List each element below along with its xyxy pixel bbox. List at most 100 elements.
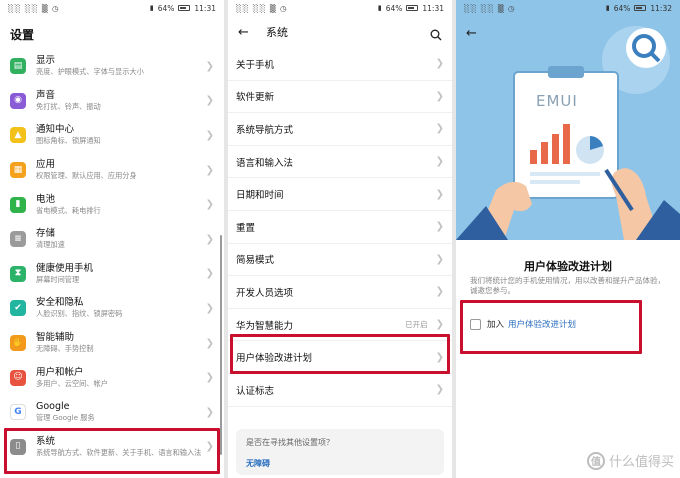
page-title: 系统 [266, 26, 288, 39]
chevron-right-icon: ❯ [435, 319, 444, 331]
system-menu-label: 软件更新 [236, 92, 275, 104]
help-card: 是否在寻找其他设置项？ 无障碍 [236, 428, 444, 475]
chevron-right-icon: ❯ [205, 95, 214, 107]
chevron-right-icon: ❯ [205, 337, 214, 349]
settings-item[interactable]: ≡ 存储 清理加速 ❯ [0, 222, 224, 257]
ux-plan-title: 用户体验改进计划 [524, 260, 612, 273]
app-bar: ← 系统 [228, 16, 452, 48]
accessibility-link[interactable]: 无障碍 [246, 458, 434, 469]
search-icon[interactable] [430, 26, 442, 41]
chevron-right-icon: ❯ [435, 58, 444, 70]
system-screen: ░░ ░░ ▒ ◷ ▮ 64% 11:31 ← 系统 关于手机 ❯ 软件更新 ❯ 系统导… [228, 0, 452, 478]
settings-item-icon: ☺ [10, 369, 26, 386]
chevron-right-icon: ❯ [435, 123, 444, 135]
settings-item-title: 通知中心 [36, 124, 75, 136]
system-menu-item[interactable]: 开发人员选项 ❯ [228, 276, 452, 309]
settings-list: ▤ 显示 亮度、护眼模式、字体与显示大小 ❯ ◉ 声音 免打扰、铃声、振动 ❯ ▲ 通知中心 图标角… [0, 49, 224, 464]
system-menu-item[interactable]: 关于手机 ❯ [228, 48, 452, 81]
signal-icons: ░░ ░░ ▒ ◷ [8, 3, 60, 13]
system-menu-item[interactable]: 简易模式 ❯ [228, 244, 452, 277]
chevron-right-icon: ❯ [435, 221, 444, 233]
settings-item[interactable]: ✋ 智能辅助 无障碍、手势控制 ❯ [0, 326, 224, 361]
settings-item-subtitle: 管理 Google 服务 [36, 413, 95, 423]
vibrate-icon: ▮ [149, 4, 154, 12]
scrollbar[interactable] [220, 235, 222, 455]
settings-item-subtitle: 多用户、云空间、帐户 [36, 378, 108, 388]
settings-item[interactable]: ☺ 用户和帐户 多用户、云空间、帐户 ❯ [0, 360, 224, 395]
settings-item-title: 电池 [36, 193, 56, 205]
page-title: 设置 [10, 28, 35, 42]
settings-item-icon: ✔ [10, 300, 26, 317]
system-menu-item[interactable]: 重置 ❯ [228, 211, 452, 244]
chevron-right-icon: ❯ [435, 253, 444, 265]
settings-item-icon: ✋ [10, 335, 26, 352]
settings-item-subtitle: 图标角标、锁屏通知 [36, 136, 101, 146]
settings-item[interactable]: G Google 管理 Google 服务 ❯ [0, 395, 224, 430]
battery-icon [634, 5, 647, 11]
settings-item-title: 应用 [36, 159, 56, 171]
settings-item-icon: ▮ [10, 196, 26, 213]
settings-item[interactable]: ▲ 通知中心 图标角标、锁屏通知 ❯ [0, 118, 224, 153]
chevron-right-icon: ❯ [205, 129, 214, 141]
settings-screen: ░░ ░░ ▒ ◷ ▮ 64% 11:31 设置 ▤ 显示 亮度、护眼模式、字体与显… [0, 0, 224, 478]
settings-item[interactable]: ⧗ 健康使用手机 屏幕时间管理 ❯ [0, 257, 224, 292]
system-menu-label: 关于手机 [236, 59, 275, 71]
chevron-right-icon: ❯ [205, 406, 214, 418]
settings-item[interactable]: ▮ 电池 省电模式、耗电排行 ❯ [0, 187, 224, 222]
back-arrow-icon[interactable]: ← [466, 26, 477, 41]
settings-item-title: 健康使用手机 [36, 262, 94, 274]
back-arrow-icon[interactable]: ← [238, 25, 256, 40]
battery-icon [406, 5, 419, 11]
settings-item-subtitle: 人脸识别、指纹、锁屏密码 [36, 309, 123, 319]
settings-item-title: 用户和帐户 [36, 366, 84, 378]
system-menu-item[interactable]: 语言和输入法 ❯ [228, 146, 452, 179]
settings-item-icon: ▤ [10, 58, 26, 75]
system-menu-item[interactable]: 认证标志 ❯ [228, 374, 452, 407]
ux-plan-description: 我们将统计您的手机使用情况，用以改善和提升产品体验，诚邀您参与。 [470, 276, 665, 295]
signal-icons: ░░ ░░ ▒ ◷ [236, 3, 288, 13]
settings-item-subtitle: 清理加速 [36, 240, 65, 250]
settings-item-subtitle: 屏幕时间管理 [36, 274, 80, 284]
chevron-right-icon: ❯ [205, 372, 214, 384]
settings-item[interactable]: ✔ 安全和隐私 人脸识别、指纹、锁屏密码 ❯ [0, 291, 224, 326]
settings-item-subtitle: 省电模式、耗电排行 [36, 205, 101, 215]
chevron-right-icon: ❯ [205, 199, 214, 211]
system-menu-label: 语言和输入法 [236, 157, 294, 169]
settings-item[interactable]: ◉ 声音 免打扰、铃声、振动 ❯ [0, 84, 224, 119]
battery-percent: 64% [157, 3, 175, 13]
system-menu-item[interactable]: 软件更新 ❯ [228, 81, 452, 114]
settings-item-title: 存储 [36, 228, 56, 240]
system-menu-label: 简易模式 [236, 255, 275, 267]
chevron-right-icon: ❯ [205, 60, 214, 72]
settings-item-icon: ≡ [10, 231, 26, 248]
settings-item[interactable]: ▤ 显示 亮度、护眼模式、字体与显示大小 ❯ [0, 49, 224, 84]
system-menu-item[interactable]: 日期和时间 ❯ [228, 178, 452, 211]
ux-plan-screen: EMUI ░░ ░░ ▒ ◷ ▮ 64% 11:32 ← 用户体验改进计划 我们… [456, 0, 680, 478]
clock: 11:32 [650, 3, 672, 13]
status-bar: ░░ ░░ ▒ ◷ ▮ 64% 11:32 [456, 0, 680, 16]
battery-percent: 64% [613, 3, 631, 13]
settings-item-icon: ▲ [10, 127, 26, 144]
system-menu-label: 认证标志 [236, 385, 275, 397]
settings-item[interactable]: ▦ 应用 权限管理、默认应用、应用分身 ❯ [0, 153, 224, 188]
watermark: 值 什么值得买 [586, 451, 674, 470]
highlight-box-system [4, 428, 220, 474]
system-menu-value: 已开启 [405, 320, 428, 330]
system-menu-item[interactable]: 系统导航方式 ❯ [228, 113, 452, 146]
clock: 11:31 [422, 3, 444, 13]
chevron-right-icon: ❯ [435, 286, 444, 298]
settings-item-title: 智能辅助 [36, 332, 75, 344]
watermark-text: 什么值得买 [608, 455, 674, 470]
settings-item-subtitle: 免打扰、铃声、振动 [36, 101, 101, 111]
system-menu-label: 华为智慧能力 [236, 320, 294, 332]
settings-item-title: 声音 [36, 89, 56, 101]
screenshot-composite: ░░ ░░ ▒ ◷ ▮ 64% 11:31 设置 ▤ 显示 亮度、护眼模式、字体与显… [0, 0, 680, 478]
chevron-right-icon: ❯ [435, 384, 444, 396]
system-menu-label: 开发人员选项 [236, 287, 294, 299]
clock: 11:31 [194, 3, 216, 13]
highlight-box-join [460, 300, 642, 354]
settings-item-title: 显示 [36, 55, 56, 67]
battery-percent: 64% [385, 3, 403, 13]
chevron-right-icon: ❯ [205, 268, 214, 280]
settings-item-subtitle: 亮度、护眼模式、字体与显示大小 [36, 67, 144, 77]
